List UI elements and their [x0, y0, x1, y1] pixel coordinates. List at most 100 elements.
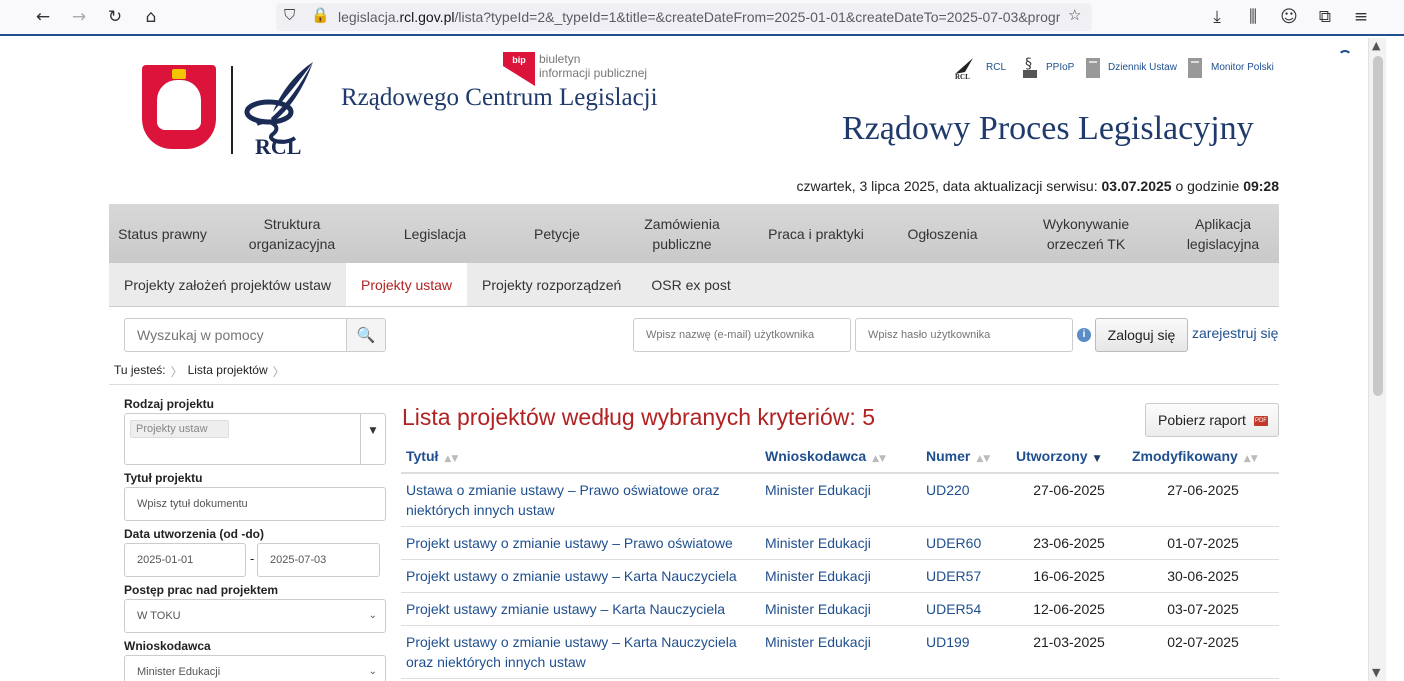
- nav-struktura-organizacyjna[interactable]: Struktura organizacyjna: [216, 204, 368, 263]
- home-icon[interactable]: ⌂: [138, 5, 164, 29]
- extensions-icon[interactable]: ⧉: [1312, 5, 1338, 29]
- subnav-projekty-rozporzadzen[interactable]: Projekty rozporządzeń: [467, 263, 636, 306]
- url-text[interactable]: legislacja.rcl.gov.pl/lista?typeId=2&_ty…: [338, 9, 1060, 25]
- date-mid-text: o godzinie: [1171, 178, 1244, 194]
- rcl-small-icon[interactable]: RCL: [951, 54, 977, 80]
- search-button[interactable]: 🔍: [346, 319, 385, 351]
- info-icon[interactable]: i: [1077, 328, 1091, 342]
- cell-applicant-link[interactable]: Minister Edukacji: [760, 473, 921, 527]
- cell-number-link[interactable]: UDER54: [921, 592, 1011, 626]
- cell-title-link[interactable]: Projekt ustawy o zmianie ustawy – Karta …: [401, 559, 760, 593]
- scroll-up-icon[interactable]: ▲: [1372, 39, 1380, 52]
- table-row: Projekt ustawy o zmianie ustawy – Prawo …: [401, 526, 1279, 560]
- breadcrumb-separator-icon: 〉: [272, 365, 285, 379]
- cell-number-link[interactable]: UD199: [921, 625, 1011, 679]
- nav-petycje[interactable]: Petycje: [502, 204, 612, 263]
- shield-icon[interactable]: ⛉: [284, 6, 295, 24]
- col-header-utworzony[interactable]: Utworzony ▼: [1011, 440, 1127, 474]
- top-link-ppiop[interactable]: PPIoP: [1046, 62, 1074, 73]
- cell-modified: 03-07-2025: [1127, 592, 1279, 626]
- subnav-projekty-ustaw[interactable]: Projekty ustaw: [346, 263, 468, 306]
- filter-progress-select[interactable]: W TOKU ⌄: [124, 599, 386, 633]
- filter-applicant-select[interactable]: Minister Edukacji ⌄: [124, 655, 386, 681]
- nav-wykonywanie-orzeczen-tk[interactable]: Wykonywanie orzeczeń TK: [1005, 204, 1167, 263]
- cell-applicant-link[interactable]: Minister Edukacji: [760, 625, 921, 679]
- account-icon[interactable]: ☺: [1276, 5, 1302, 29]
- nav-aplikacja-legislacyjna[interactable]: Aplikacja legislacyjna: [1167, 204, 1279, 263]
- col-header-zmodyfikowany[interactable]: Zmodyfikowany ▲▼: [1127, 440, 1279, 474]
- cell-number-link[interactable]: UD220: [921, 473, 1011, 527]
- sort-icon[interactable]: ▲▼: [1244, 454, 1258, 464]
- cell-number-link[interactable]: UDER57: [921, 559, 1011, 593]
- cell-title-link[interactable]: Projekt ustawy zmianie ustawy – Karta Na…: [401, 592, 760, 626]
- library-icon[interactable]: ⫼: [1240, 5, 1266, 29]
- sort-icon[interactable]: ▲▼: [976, 454, 990, 464]
- reload-icon[interactable]: ↻: [102, 5, 128, 29]
- nav-ogloszenia[interactable]: Ogłoszenia: [880, 204, 1005, 263]
- filter-date-from[interactable]: 2025-01-01: [124, 543, 246, 577]
- cell-modified: 27-06-2025: [1127, 473, 1279, 527]
- nav-zamowienia-publiczne[interactable]: Zamówienia publiczne: [612, 204, 752, 263]
- cell-modified: 01-07-2025: [1127, 526, 1279, 560]
- report-button-label: Pobierz raport: [1158, 412, 1246, 428]
- rcl-logo-text: RCL: [255, 134, 302, 159]
- bip-badge-text: bip: [512, 55, 526, 65]
- help-search-input[interactable]: [125, 319, 347, 351]
- top-link-rcl[interactable]: RCL: [986, 62, 1006, 73]
- sort-icon[interactable]: ▲▼: [872, 454, 886, 464]
- bookmark-star-icon[interactable]: ☆: [1068, 6, 1081, 24]
- bip-text[interactable]: biuletyn informacji publicznej: [539, 52, 647, 80]
- cell-title-link[interactable]: Projekt ustawy o zmianie ustawy – Karta …: [401, 625, 760, 679]
- cell-number-link[interactable]: UDER60: [921, 526, 1011, 560]
- date-range-dash: -: [250, 551, 255, 566]
- dropdown-arrow-icon[interactable]: ▼: [360, 414, 385, 464]
- site-title[interactable]: Rządowego Centrum Legislacji: [341, 84, 658, 112]
- cell-title-link[interactable]: Ustawa o zmianie ustawy – Prawo oświatow…: [401, 473, 760, 527]
- monitor-polski-icon[interactable]: [1186, 54, 1204, 80]
- sort-desc-icon[interactable]: ▼: [1094, 454, 1101, 464]
- forward-icon[interactable]: →: [66, 5, 92, 29]
- register-link[interactable]: zarejestruj się: [1192, 325, 1278, 341]
- sort-icon[interactable]: ▲▼: [444, 454, 458, 464]
- filter-type-chip[interactable]: Projekty ustaw: [130, 420, 229, 438]
- menu-icon[interactable]: ≡: [1348, 5, 1374, 29]
- lock-icon[interactable]: 🔒: [311, 6, 330, 24]
- top-link-dziennik-ustaw[interactable]: Dziennik Ustaw: [1108, 62, 1177, 73]
- page-heading: Rządowy Proces Legislacyjny: [842, 110, 1254, 147]
- update-date-line: czwartek, 3 lipca 2025, data aktualizacj…: [796, 178, 1279, 194]
- address-bar[interactable]: ⛉ 🔒 legislacja.rcl.gov.pl/lista?typeId=2…: [276, 3, 1092, 31]
- back-icon[interactable]: ←: [30, 5, 56, 29]
- col-header-numer[interactable]: Numer ▲▼: [921, 440, 1011, 474]
- nav-legislacja[interactable]: Legislacja: [368, 204, 502, 263]
- scroll-down-icon[interactable]: ▼: [1372, 666, 1380, 679]
- dziennik-ustaw-icon[interactable]: [1084, 54, 1102, 80]
- filter-type-select[interactable]: Projekty ustaw ▼: [124, 413, 386, 465]
- chevron-down-icon: ⌄: [368, 610, 377, 621]
- cell-title-link[interactable]: Projekt ustawy o zmianie ustawy – Prawo …: [401, 526, 760, 560]
- bip-logo-icon[interactable]: bip: [503, 52, 535, 86]
- nav-praca-i-praktyki[interactable]: Praca i praktyki: [752, 204, 880, 263]
- nav-status-prawny[interactable]: Status prawny: [109, 204, 216, 263]
- login-button[interactable]: Zaloguj się: [1095, 318, 1188, 352]
- col-header-wnioskodawca[interactable]: Wnioskodawca ▲▼: [760, 440, 921, 474]
- subnav-projekty-zalozen[interactable]: Projekty założeń projektów ustaw: [109, 263, 346, 306]
- cell-applicant-link[interactable]: Minister Edukacji: [760, 592, 921, 626]
- login-password-input[interactable]: [855, 318, 1073, 352]
- subnav-osr-ex-post[interactable]: OSR ex post: [636, 263, 745, 306]
- table-row: Projekt ustawy o zmianie ustawy – Karta …: [401, 625, 1279, 679]
- breadcrumb-current[interactable]: Lista projektów: [188, 363, 268, 380]
- cell-created: 16-06-2025: [1011, 559, 1127, 593]
- ppiop-icon[interactable]: §: [1021, 54, 1039, 80]
- table-row: Projekt ustawy o zmianie ustawy – Karta …: [401, 559, 1279, 593]
- col-header-tytul[interactable]: Tytuł ▲▼: [401, 440, 760, 474]
- login-email-input[interactable]: [633, 318, 851, 352]
- top-link-monitor-polski[interactable]: Monitor Polski: [1211, 62, 1274, 73]
- filter-date-to[interactable]: 2025-07-03: [257, 543, 380, 577]
- cell-applicant-link[interactable]: Minister Edukacji: [760, 526, 921, 560]
- download-report-button[interactable]: Pobierz raport PDF: [1145, 403, 1279, 437]
- scrollbar-thumb[interactable]: [1373, 56, 1383, 396]
- page-scrollbar[interactable]: ▲ ▼: [1368, 38, 1386, 681]
- cell-applicant-link[interactable]: Minister Edukacji: [760, 559, 921, 593]
- downloads-icon[interactable]: ⤓: [1204, 5, 1230, 29]
- filter-title-input[interactable]: Wpisz tytuł dokumentu: [124, 487, 386, 521]
